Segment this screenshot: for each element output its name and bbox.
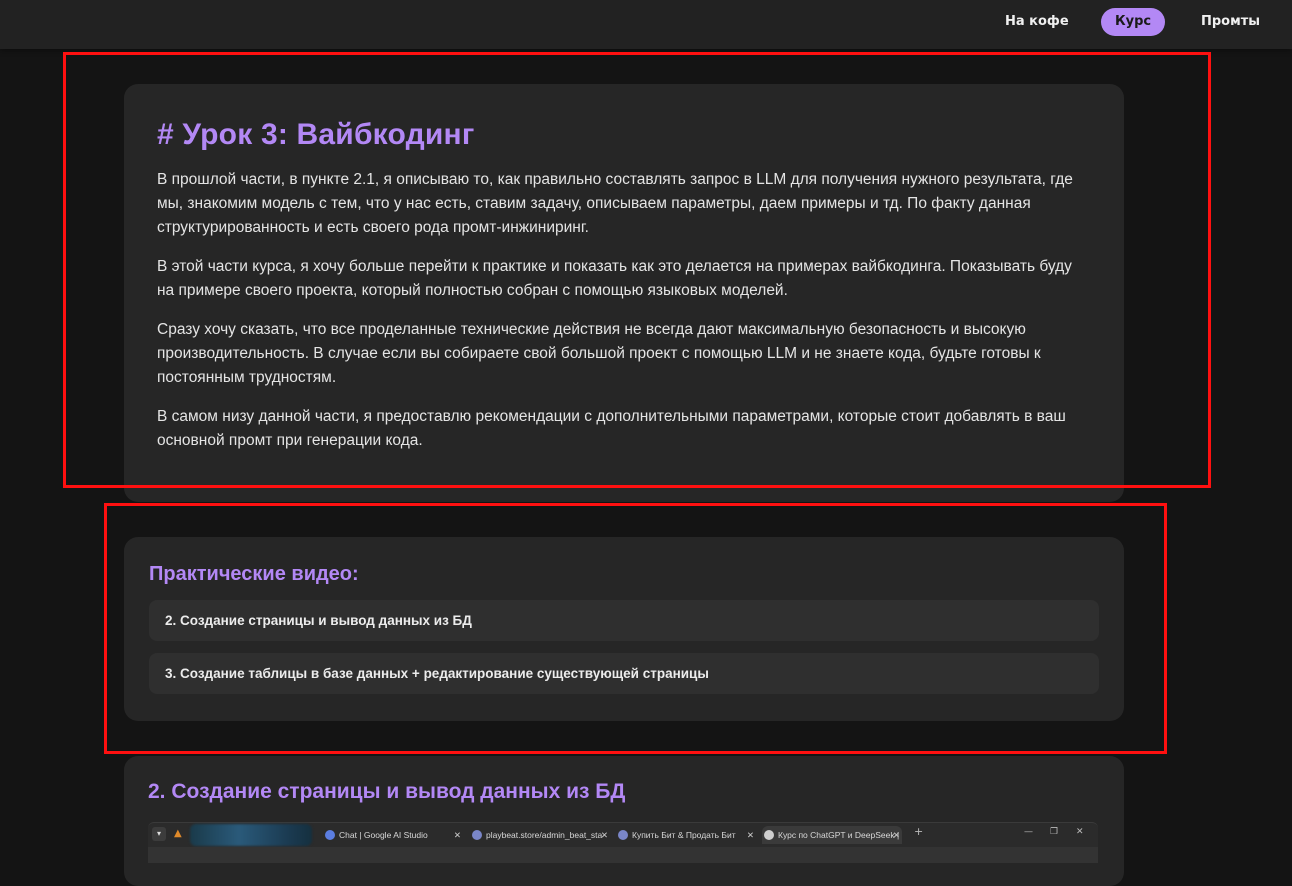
videos-section-title: Практические видео:	[149, 563, 359, 585]
ai-studio-icon	[325, 830, 335, 840]
close-icon: ✕	[600, 830, 608, 840]
practical-videos-card: Практические видео: 2. Создание страницы…	[124, 537, 1124, 721]
video-link-item[interactable]: 2. Создание страницы и вывод данных из Б…	[149, 600, 1099, 641]
maximize-icon: ❐	[1050, 827, 1059, 837]
close-window-icon: ✕	[1076, 827, 1084, 837]
browser-tab: Купить Бит & Продать Бит ✕	[616, 826, 756, 844]
lesson-paragraph: В прошлой части, в пункте 2.1, я описыва…	[157, 171, 1073, 236]
minimize-icon: —	[1024, 827, 1033, 837]
nav-coffee-link[interactable]: На кофе	[991, 8, 1083, 36]
nav-prompts-link[interactable]: Промты	[1187, 8, 1274, 36]
browser-tab-active: Курс по ChatGPT и DeepSeek | ✕	[762, 826, 902, 844]
video-section-card: 2. Создание страницы и вывод данных из Б…	[124, 756, 1124, 886]
video-section-title: 2. Создание страницы и вывод данных из Б…	[148, 780, 626, 803]
video-link-item[interactable]: 3. Создание таблицы в базе данных + реда…	[149, 653, 1099, 694]
brand-logo-icon: ▲	[174, 828, 182, 839]
lesson-paragraph: В этой части курса, я хочу больше перейт…	[157, 258, 1072, 299]
close-icon: ✕	[892, 830, 900, 840]
tab-list-dropdown-icon: ▾	[152, 827, 166, 841]
lesson-paragraph: Сразу хочу сказать, что все проделанные …	[157, 321, 1041, 386]
video-browser-screenshot: ▾ ▲ Chat | Google AI Studio ✕ playbeat.s…	[148, 822, 1098, 863]
lesson-intro-card: # Урок 3: Вайбкодинг В прошлой части, в …	[124, 84, 1124, 502]
close-icon: ✕	[746, 830, 754, 840]
top-navbar: На кофе Курс Промты	[0, 0, 1292, 49]
browser-tab: playbeat.store/admin_beat_sta ✕	[470, 826, 610, 844]
globe-icon	[764, 830, 774, 840]
close-icon: ✕	[453, 830, 461, 840]
globe-icon	[472, 830, 482, 840]
blurred-tab	[190, 824, 312, 846]
new-tab-icon: +	[914, 825, 924, 838]
nav-course-link[interactable]: Курс	[1101, 8, 1166, 36]
browser-tab: Chat | Google AI Studio ✕	[323, 826, 463, 844]
lesson-title: # Урок 3: Вайбкодинг	[157, 118, 475, 151]
lesson-paragraph: В самом низу данной части, я предоставлю…	[157, 408, 1066, 449]
globe-icon	[618, 830, 628, 840]
browser-address-bar	[148, 847, 1098, 863]
